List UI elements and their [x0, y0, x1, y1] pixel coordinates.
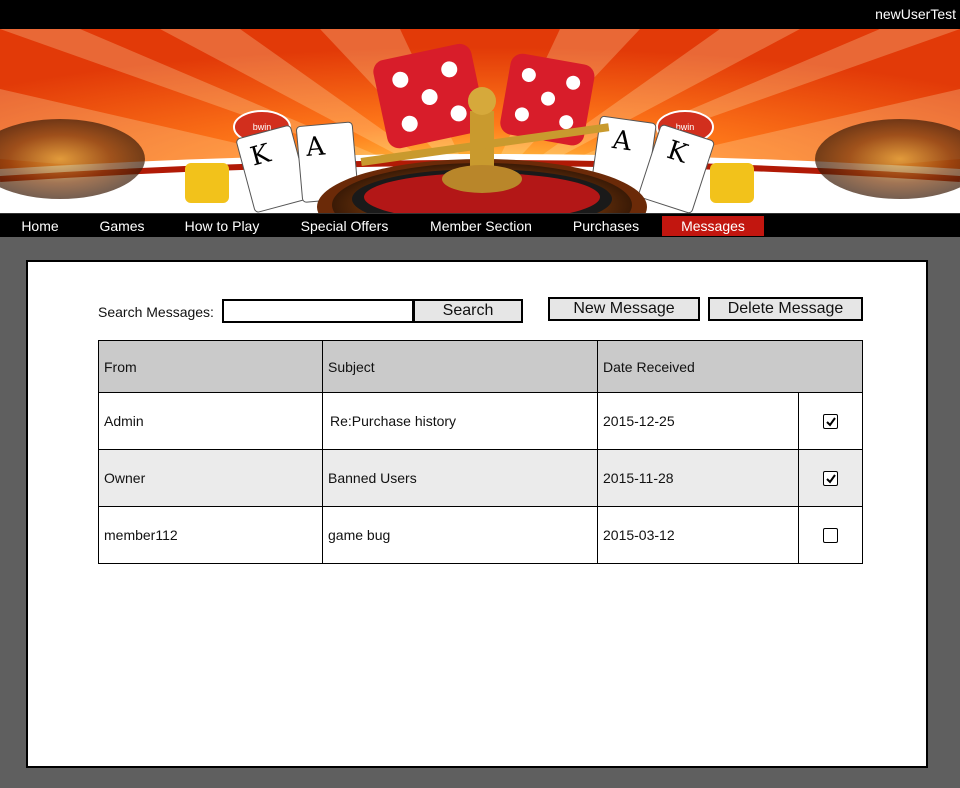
nav-member-section[interactable]: Member Section: [427, 216, 535, 236]
nav-how-to-play[interactable]: How to Play: [183, 216, 261, 236]
username-label[interactable]: newUserTest: [875, 6, 956, 22]
message-from: member112: [98, 506, 323, 564]
message-subject: game bug: [322, 506, 598, 564]
nav-special-offers[interactable]: Special Offers: [298, 216, 391, 236]
checkbox-cell: [798, 506, 863, 564]
header-date-received: Date Received: [597, 340, 863, 393]
main-nav: Home Games How to Play Special Offers Me…: [0, 213, 960, 237]
nav-home[interactable]: Home: [20, 216, 60, 236]
messages-panel: Search Messages: Search New Message Dele…: [26, 260, 928, 768]
message-checkbox[interactable]: [823, 414, 838, 430]
message-date: 2015-12-25: [597, 392, 799, 450]
table-row[interactable]: Owner Banned Users 2015-11-28: [98, 449, 863, 507]
message-subject: Banned Users: [322, 449, 598, 507]
message-from: Admin: [98, 392, 323, 450]
new-message-button[interactable]: New Message: [548, 297, 700, 321]
header-from: From: [98, 340, 323, 393]
nav-messages[interactable]: Messages: [662, 216, 764, 236]
nav-purchases[interactable]: Purchases: [571, 216, 641, 236]
search-input[interactable]: [222, 299, 414, 323]
checkbox-cell: [798, 449, 863, 507]
table-row[interactable]: Admin Re:Purchase history 2015-12-25: [98, 392, 863, 450]
message-date: 2015-03-12: [597, 506, 799, 564]
search-label: Search Messages:: [98, 304, 214, 320]
top-bar: newUserTest: [0, 0, 960, 29]
search-button[interactable]: Search: [413, 299, 523, 323]
messages-table: From Subject Date Received Admin Re:Purc…: [98, 340, 863, 564]
message-date: 2015-11-28: [597, 449, 799, 507]
banner-image: bwin bwin K A A K: [0, 29, 960, 213]
message-subject: Re:Purchase history: [322, 392, 598, 450]
card-text: A: [304, 131, 328, 163]
message-checkbox[interactable]: [823, 471, 838, 487]
casino-banner: bwin bwin K A A K: [0, 29, 960, 213]
message-from: Owner: [98, 449, 323, 507]
header-subject: Subject: [322, 340, 598, 393]
message-checkbox[interactable]: [823, 528, 838, 544]
table-row[interactable]: member112 game bug 2015-03-12: [98, 506, 863, 564]
table-header-row: From Subject Date Received: [98, 340, 863, 393]
checkbox-cell: [798, 392, 863, 450]
nav-games[interactable]: Games: [97, 216, 147, 236]
delete-message-button[interactable]: Delete Message: [708, 297, 863, 321]
